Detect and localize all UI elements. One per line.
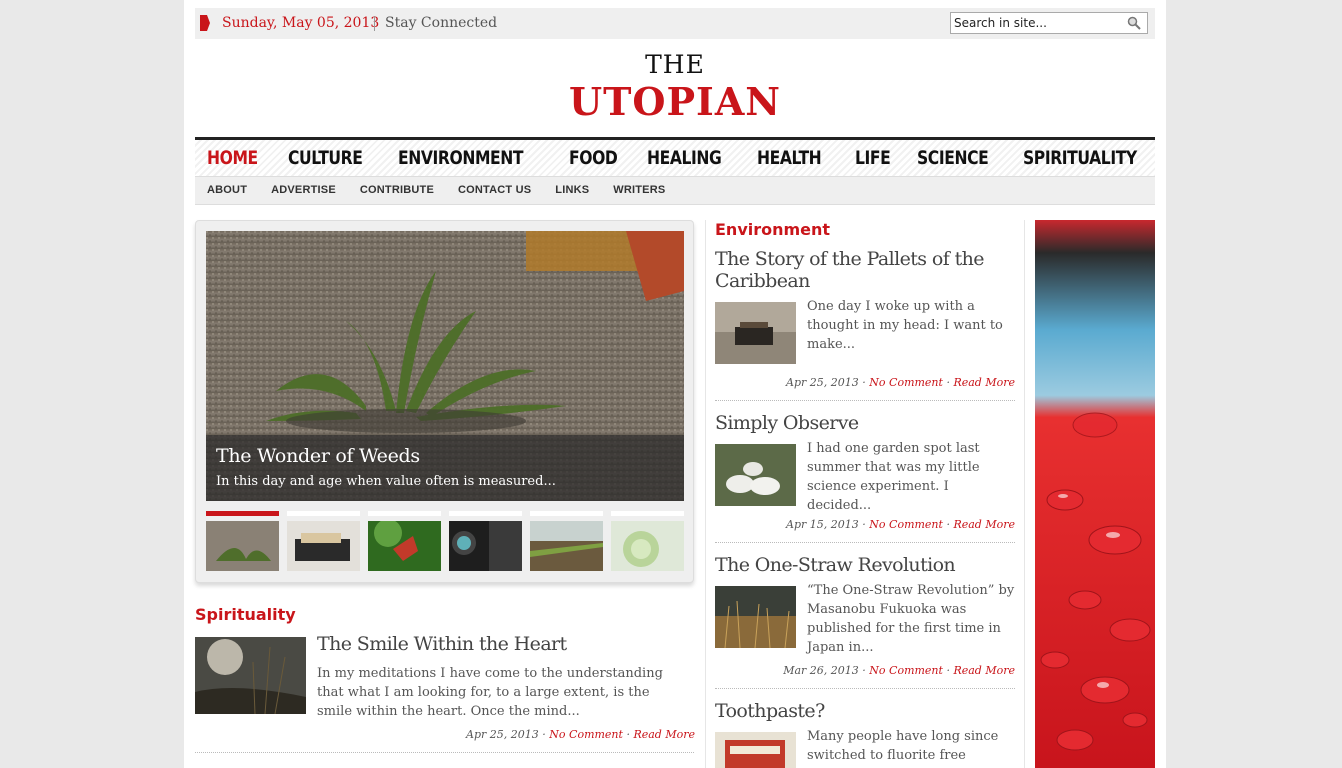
slide-title[interactable]: The Wonder of Weeds <box>216 445 420 467</box>
read-more-link[interactable]: Read More <box>953 664 1015 677</box>
article-meta: Apr 25, 2013 · No Comment · Read More <box>786 376 1015 389</box>
slide-image[interactable]: The Wonder of Weeds In this day and age … <box>206 231 684 501</box>
page: Sunday, May 05, 2013 Stay Connected THE … <box>184 0 1166 768</box>
comment-link[interactable]: No Comment <box>869 664 943 677</box>
main-nav: HOME CULTURE ENVIRONMENT FOOD HEALING HE… <box>195 137 1155 177</box>
search-input[interactable] <box>954 15 1122 31</box>
slider-thumb[interactable] <box>206 511 279 571</box>
article-meta: Apr 15, 2013 · No Comment · Read More <box>786 518 1015 531</box>
subnav-item-about[interactable]: ABOUT <box>207 184 247 196</box>
logo-name[interactable]: UTOPIAN <box>184 79 1166 124</box>
slider-thumb[interactable] <box>368 511 441 571</box>
read-more-link[interactable]: Read More <box>633 728 695 741</box>
divider <box>374 16 375 31</box>
column-separator <box>705 220 706 768</box>
comment-link[interactable]: No Comment <box>869 376 943 389</box>
slide-description: In this day and age when value often is … <box>216 474 556 489</box>
section-heading-spirituality[interactable]: Spirituality <box>195 605 296 624</box>
comment-link[interactable]: No Comment <box>869 518 943 531</box>
comment-link[interactable]: No Comment <box>549 728 623 741</box>
nav-item-home[interactable]: HOME <box>207 147 258 169</box>
sidebar-ad-image[interactable] <box>1035 220 1155 768</box>
nav-item-spirituality[interactable]: SPIRITUALITY <box>1023 147 1137 169</box>
slider-thumbnails <box>206 511 684 571</box>
article-excerpt: One day I woke up with a thought in my h… <box>807 299 1003 352</box>
nav-item-science[interactable]: SCIENCE <box>917 147 989 169</box>
article-thumbnail[interactable] <box>195 637 306 714</box>
article-title[interactable]: Simply Observe <box>715 412 1015 434</box>
logo-the[interactable]: THE <box>184 50 1166 79</box>
article-excerpt: “The One-Straw Revolution” by Masanobu F… <box>807 583 1015 655</box>
top-bar: Sunday, May 05, 2013 Stay Connected <box>195 8 1155 39</box>
subnav-item-contribute[interactable]: CONTRIBUTE <box>360 184 434 196</box>
subnav-item-links[interactable]: LINKS <box>555 184 589 196</box>
search-icon[interactable] <box>1127 16 1141 30</box>
section-heading-environment[interactable]: Environment <box>715 220 830 239</box>
sub-nav: ABOUT ADVERTISE CONTRIBUTE CONTACT US LI… <box>195 177 1155 205</box>
divider <box>715 400 1015 401</box>
slide-caption: The Wonder of Weeds In this day and age … <box>206 435 684 501</box>
current-date: Sunday, May 05, 2013 <box>222 15 380 31</box>
read-more-link[interactable]: Read More <box>953 376 1015 389</box>
slider-thumb[interactable] <box>530 511 603 571</box>
subnav-item-advertise[interactable]: ADVERTISE <box>271 184 336 196</box>
article-meta: Apr 25, 2013 · No Comment · Read More <box>466 728 695 741</box>
divider <box>715 542 1015 543</box>
nav-item-food[interactable]: FOOD <box>569 147 618 169</box>
article-title[interactable]: The Story of the Pallets of the Caribbea… <box>715 248 1015 292</box>
thumb-bar <box>611 511 684 516</box>
nav-item-culture[interactable]: CULTURE <box>288 147 363 169</box>
subnav-item-contact-us[interactable]: CONTACT US <box>458 184 531 196</box>
column-separator <box>1024 220 1025 768</box>
thumb-bar <box>287 511 360 516</box>
thumb-bar <box>206 511 279 516</box>
divider <box>715 688 1015 689</box>
article-date: Apr 15, 2013 <box>786 518 859 531</box>
article-excerpt: I had one garden spot last summer that w… <box>807 441 980 513</box>
subnav-item-writers[interactable]: WRITERS <box>613 184 665 196</box>
slider-thumb[interactable] <box>611 511 684 571</box>
nav-item-health[interactable]: HEALTH <box>757 147 822 169</box>
divider <box>195 752 694 753</box>
article-title[interactable]: The Smile Within the Heart <box>317 633 687 655</box>
nav-item-environment[interactable]: ENVIRONMENT <box>398 147 524 169</box>
article-date: Apr 25, 2013 <box>786 376 859 389</box>
featured-slider: The Wonder of Weeds In this day and age … <box>195 220 694 583</box>
article-thumbnail[interactable] <box>715 586 796 648</box>
thumb-bar <box>530 511 603 516</box>
article-thumbnail[interactable] <box>715 444 796 506</box>
thumb-bar <box>449 511 522 516</box>
read-more-link[interactable]: Read More <box>953 518 1015 531</box>
slider-thumb[interactable] <box>449 511 522 571</box>
article-meta: Mar 26, 2013 · No Comment · Read More <box>783 664 1015 677</box>
article-excerpt: In my meditations I have come to the und… <box>317 666 663 719</box>
article-date: Mar 26, 2013 <box>783 664 859 677</box>
article-thumbnail[interactable] <box>715 302 796 364</box>
nav-item-healing[interactable]: HEALING <box>647 147 722 169</box>
date-flag-icon <box>200 15 210 31</box>
search-box[interactable] <box>950 12 1148 34</box>
article-date: Apr 25, 2013 <box>466 728 539 741</box>
article-title[interactable]: The One-Straw Revolution <box>715 554 1015 576</box>
thumb-bar <box>368 511 441 516</box>
article-thumbnail[interactable] <box>715 732 796 768</box>
article-excerpt: Many people have long since switched to … <box>807 729 999 763</box>
stay-connected-link[interactable]: Stay Connected <box>385 15 497 31</box>
slider-thumb[interactable] <box>287 511 360 571</box>
article-title[interactable]: Toothpaste? <box>715 700 1015 722</box>
nav-item-life[interactable]: LIFE <box>855 147 891 169</box>
